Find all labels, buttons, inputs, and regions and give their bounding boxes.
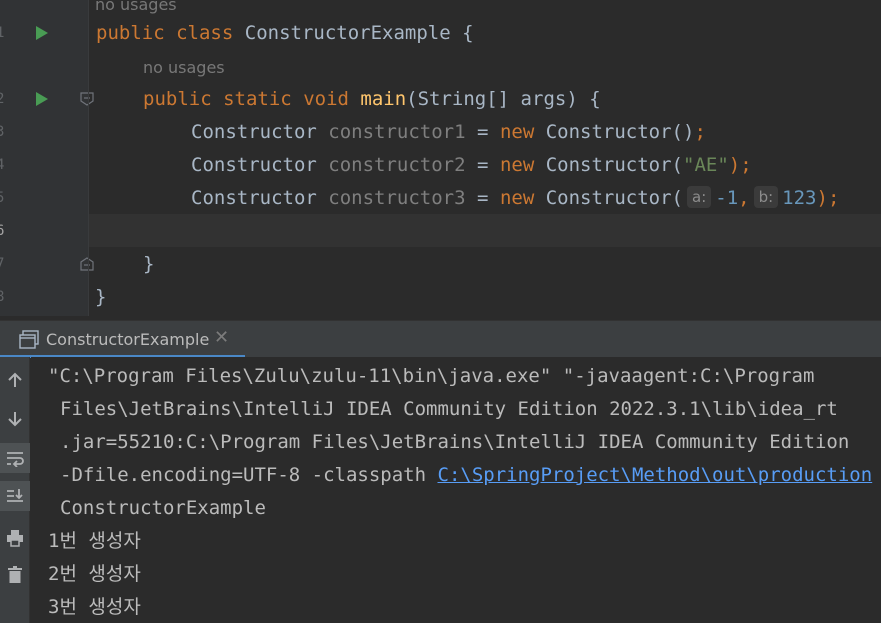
- run-tool-window-header: ConstructorExample ✕: [0, 320, 881, 358]
- console-line: .jar=55210:C:\Program Files\JetBrains\In…: [60, 431, 850, 453]
- arrow-down-icon[interactable]: [0, 404, 30, 434]
- scroll-to-end-icon[interactable]: [0, 481, 30, 511]
- param-hint-a: a:: [687, 186, 712, 208]
- console-output[interactable]: "C:\Program Files\Zulu\zulu-11\bin\java.…: [31, 357, 881, 623]
- line-number: 8: [0, 289, 5, 305]
- console-line: "C:\Program Files\Zulu\zulu-11\bin\java.…: [48, 365, 815, 387]
- fold-open-icon[interactable]: [79, 91, 95, 107]
- line-number: 3: [0, 124, 5, 140]
- console-line: Files\JetBrains\IntelliJ IDEA Community …: [60, 398, 838, 420]
- gutter-separator: [88, 0, 89, 316]
- current-line-highlight: [89, 214, 881, 247]
- trash-icon[interactable]: [0, 560, 30, 590]
- param-hint-b: b:: [753, 186, 779, 208]
- code-line-3: Constructor constructor1 = new Construct…: [191, 121, 706, 143]
- console-line: -Dfile.encoding=UTF-8 -classpath C:\Spri…: [60, 464, 873, 486]
- line-number: 6: [0, 223, 5, 239]
- program-output-line: 1번 생성자: [48, 530, 141, 552]
- line-number: 2: [0, 91, 5, 107]
- code-line-4: Constructor constructor2 = new Construct…: [191, 154, 752, 176]
- soft-wrap-icon[interactable]: [0, 443, 30, 473]
- tab-label: ConstructorExample: [46, 330, 210, 349]
- program-output-line: 2번 생성자: [48, 563, 141, 585]
- code-line-1: public class ConstructorExample {: [96, 22, 474, 44]
- run-main-icon[interactable]: [34, 91, 50, 107]
- line-number: 7: [0, 256, 5, 272]
- line-number: 1: [0, 25, 5, 41]
- code-line-8: }: [95, 286, 107, 308]
- line-number: 5: [0, 190, 5, 206]
- code-line-2: public static void main(String[] args) {: [143, 88, 601, 110]
- arrow-up-icon[interactable]: [0, 365, 30, 395]
- code-editor[interactable]: 1 2 3 4 5 6 7 8 no usages public class C…: [0, 0, 881, 316]
- console-line: ConstructorExample: [60, 497, 266, 519]
- classpath-link[interactable]: C:\SpringProject\Method\out\production: [438, 464, 873, 486]
- run-class-icon[interactable]: [34, 25, 50, 41]
- code-line-5: Constructor constructor3 = new Construct…: [191, 186, 840, 209]
- program-output-line: 3번 생성자: [48, 596, 141, 618]
- code-line-7: }: [143, 253, 155, 275]
- close-icon[interactable]: ✕: [214, 321, 229, 355]
- tab-constructor-example[interactable]: ConstructorExample ✕: [0, 321, 245, 358]
- fold-close-icon[interactable]: [79, 256, 95, 272]
- print-icon[interactable]: [0, 523, 30, 553]
- editor-gutter: 1 2 3 4 5 6 7 8: [0, 0, 94, 316]
- console-window-icon: [19, 330, 39, 349]
- run-toolbar: [0, 357, 30, 623]
- usages-hint[interactable]: no usages: [143, 51, 225, 84]
- line-number: 4: [0, 157, 5, 173]
